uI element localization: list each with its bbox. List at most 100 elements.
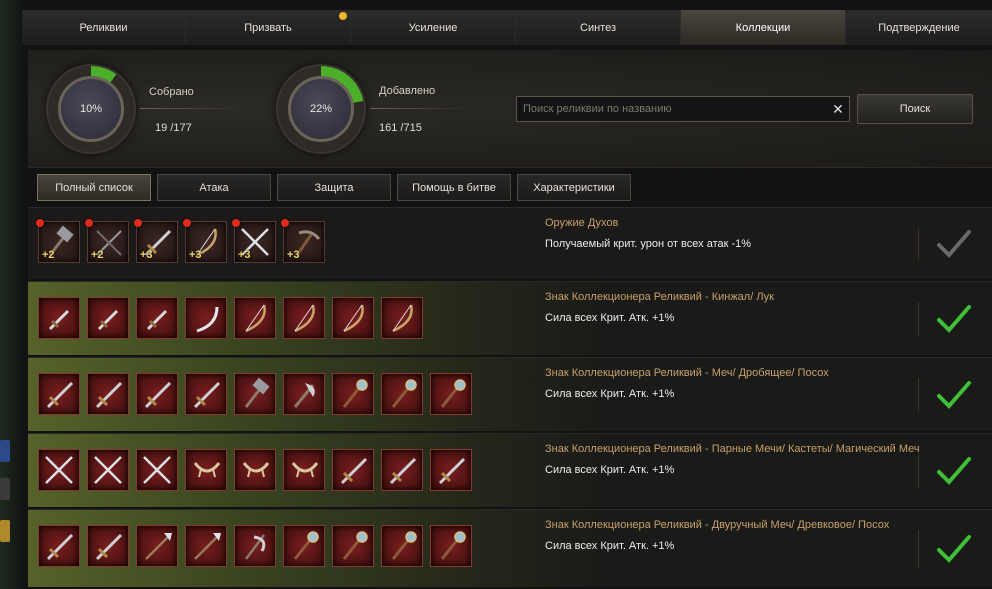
crossed-swords-icon bbox=[143, 456, 171, 484]
search-button-label: Поиск bbox=[899, 103, 931, 115]
staff-icon bbox=[440, 531, 466, 560]
checkmark-icon bbox=[937, 457, 971, 485]
relic-slot[interactable] bbox=[234, 449, 276, 491]
filter-full-list[interactable]: Полный список bbox=[37, 174, 151, 201]
tab-confirmation[interactable]: Подтверждение bbox=[846, 10, 992, 45]
tab-enhance[interactable]: Усиление bbox=[351, 10, 516, 45]
relic-slot[interactable]: +2 bbox=[85, 219, 129, 263]
sword-icon bbox=[144, 381, 172, 409]
relic-slot[interactable] bbox=[381, 449, 423, 491]
sword-icon bbox=[389, 457, 417, 485]
halberd-icon bbox=[245, 534, 266, 560]
collection-row[interactable]: +2 +2 +3 +3 +3 +3 Оружие Духов Получаемый крит.… bbox=[28, 207, 992, 279]
relic-level: +3 bbox=[287, 249, 300, 261]
relic-slot[interactable]: +3 bbox=[281, 219, 325, 263]
relic-slot[interactable] bbox=[185, 449, 227, 491]
dagger-icon bbox=[97, 309, 119, 331]
filter-label: Характеристики bbox=[533, 181, 615, 194]
relic-slot[interactable] bbox=[136, 373, 178, 415]
claw-icon bbox=[291, 462, 319, 478]
sword-icon bbox=[46, 381, 74, 409]
relic-collections-window: Реликвии Призвать Усиление Синтез Коллек… bbox=[0, 0, 992, 589]
relic-slot[interactable] bbox=[185, 525, 227, 567]
collection-title: Оружие Духов bbox=[545, 217, 619, 229]
divider bbox=[918, 378, 919, 412]
filter-battle-help[interactable]: Помощь в битве bbox=[397, 174, 511, 201]
relic-slot[interactable] bbox=[136, 297, 178, 339]
collection-row[interactable]: Знак Коллекционера Реликвий - Кинжал/ Лу… bbox=[28, 281, 992, 355]
filter-defense[interactable]: Защита bbox=[277, 174, 391, 201]
relic-slot[interactable] bbox=[381, 373, 423, 415]
relic-slot[interactable] bbox=[87, 449, 129, 491]
tab-collections[interactable]: Коллекции bbox=[681, 10, 846, 45]
crossed-swords-icon bbox=[45, 456, 73, 484]
relic-slot[interactable] bbox=[332, 449, 374, 491]
relic-slot[interactable] bbox=[283, 297, 325, 339]
relic-level: +2 bbox=[91, 249, 104, 261]
filter-attack[interactable]: Атака bbox=[157, 174, 271, 201]
search-button[interactable]: Поиск bbox=[857, 94, 973, 124]
relic-slot[interactable] bbox=[430, 525, 472, 567]
relic-level: +3 bbox=[238, 249, 251, 261]
relic-slot[interactable] bbox=[430, 373, 472, 415]
missing-indicator-dot bbox=[183, 219, 191, 227]
axe-icon bbox=[293, 383, 315, 408]
relic-slot[interactable] bbox=[283, 449, 325, 491]
relic-slot[interactable] bbox=[430, 449, 472, 491]
filter-label: Помощь в битве bbox=[412, 181, 496, 194]
relic-slot[interactable]: +3 bbox=[232, 219, 276, 263]
sword-icon bbox=[193, 381, 221, 409]
close-icon[interactable]: ✕ bbox=[827, 101, 849, 118]
relic-slot[interactable]: +3 bbox=[183, 219, 227, 263]
staff-icon bbox=[342, 531, 368, 560]
filter-label: Атака bbox=[199, 181, 229, 194]
added-count: 161 /715 bbox=[379, 122, 422, 134]
tab-label: Реликвии bbox=[79, 21, 128, 34]
collection-row[interactable]: Знак Коллекционера Реликвий - Двуручный … bbox=[28, 509, 992, 587]
relic-slot[interactable]: +3 bbox=[134, 219, 178, 263]
collection-effect: Сила всех Крит. Атк. +1% bbox=[545, 312, 675, 324]
relic-slot[interactable] bbox=[87, 297, 129, 339]
tab-synthesis[interactable]: Синтез bbox=[516, 10, 681, 45]
relic-slot[interactable] bbox=[234, 525, 276, 567]
tab-label: Усиление bbox=[408, 21, 458, 34]
relic-slot[interactable] bbox=[332, 525, 374, 567]
relic-slot[interactable] bbox=[87, 373, 129, 415]
search-input[interactable] bbox=[517, 98, 827, 120]
relic-slot[interactable] bbox=[332, 373, 374, 415]
relic-slot[interactable] bbox=[185, 297, 227, 339]
relic-slot[interactable] bbox=[381, 525, 423, 567]
collection-summary-panel: 10% Собрано 19 /177 22% Добавлено 161 /7… bbox=[28, 50, 992, 168]
relic-slot[interactable] bbox=[283, 525, 325, 567]
relic-slot[interactable] bbox=[185, 373, 227, 415]
bow-icon bbox=[343, 304, 364, 333]
collected-percent: 10% bbox=[79, 103, 103, 115]
relic-level: +2 bbox=[42, 249, 55, 261]
relic-slot[interactable] bbox=[136, 449, 178, 491]
relic-slot[interactable] bbox=[38, 373, 80, 415]
relic-slot[interactable] bbox=[234, 297, 276, 339]
relic-slot[interactable] bbox=[87, 525, 129, 567]
relic-slot[interactable] bbox=[38, 449, 80, 491]
relic-slot[interactable] bbox=[136, 525, 178, 567]
relic-slot[interactable] bbox=[283, 373, 325, 415]
divider bbox=[140, 108, 240, 109]
left-edge-icon bbox=[0, 440, 10, 462]
relic-slot[interactable] bbox=[38, 297, 80, 339]
tab-summon[interactable]: Призвать bbox=[186, 10, 351, 45]
sword-icon bbox=[95, 381, 123, 409]
staff-icon bbox=[391, 531, 417, 560]
relic-slot[interactable] bbox=[381, 297, 423, 339]
collection-title: Знак Коллекционера Реликвий - Кинжал/ Лу… bbox=[545, 291, 774, 303]
relic-slot[interactable] bbox=[234, 373, 276, 415]
filter-label: Полный список bbox=[55, 181, 133, 194]
tab-relics[interactable]: Реликвии bbox=[22, 10, 186, 45]
missing-indicator-dot bbox=[134, 219, 142, 227]
collection-row[interactable]: Знак Коллекционера Реликвий - Меч/ Дробя… bbox=[28, 357, 992, 431]
relic-slot[interactable] bbox=[38, 525, 80, 567]
relic-slot[interactable]: +2 bbox=[36, 219, 80, 263]
filter-stats[interactable]: Характеристики bbox=[517, 174, 631, 201]
relic-level: +3 bbox=[140, 249, 153, 261]
relic-slot[interactable] bbox=[332, 297, 374, 339]
collection-row[interactable]: Знак Коллекционера Реликвий - Парные Меч… bbox=[28, 433, 992, 507]
